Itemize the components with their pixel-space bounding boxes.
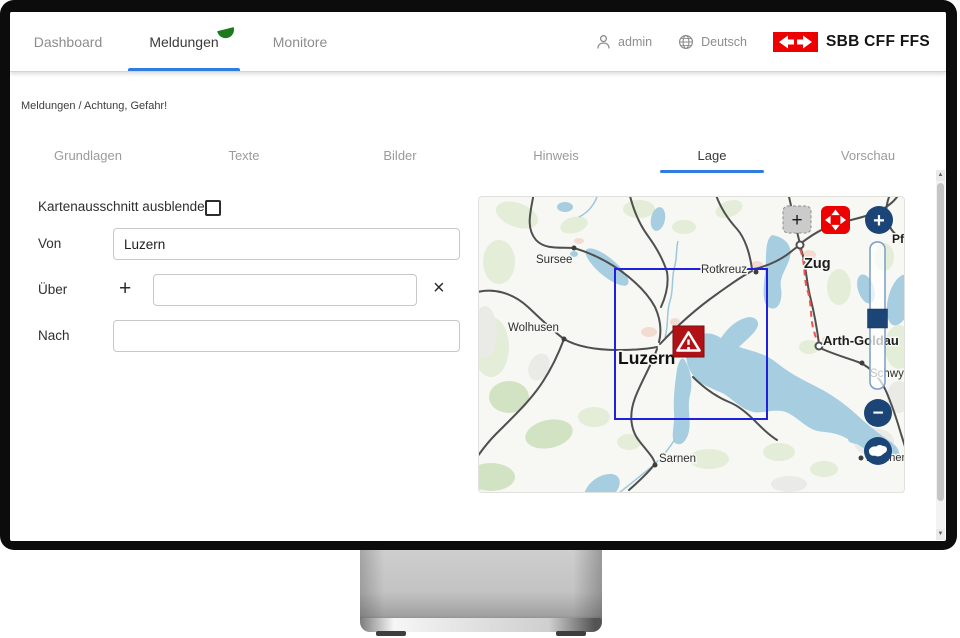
- label-wolhusen: Wolhusen: [508, 322, 559, 334]
- user-name: admin: [618, 35, 652, 49]
- monitor-stand-base: [360, 618, 602, 632]
- zoom-out-button[interactable]: −: [864, 399, 892, 427]
- label-sursee: Sursee: [536, 254, 572, 266]
- sbb-logo-icon: [773, 32, 818, 52]
- scroll-up-arrow-icon[interactable]: ▲: [936, 170, 945, 181]
- draw-extent-button[interactable]: +: [783, 206, 811, 233]
- warning-marker-icon[interactable]: [673, 326, 704, 357]
- page: Dashboard Meldungen Monitore: [0, 0, 960, 638]
- monitor-stand-body: [360, 550, 602, 620]
- brand-wordmark: SBB CFF FFS: [826, 33, 930, 51]
- breadcrumb: Meldungen / Achtung, Gefahr!: [21, 100, 167, 112]
- header-right-cluster: admin Deutsch: [596, 12, 930, 71]
- main-nav: Dashboard Meldungen Monitore: [10, 12, 358, 71]
- active-nav-underline: [128, 68, 240, 71]
- scrollbar-thumb[interactable]: [937, 183, 944, 501]
- nav-item-dashboard[interactable]: Dashboard: [10, 12, 126, 71]
- app-header: Dashboard Meldungen Monitore: [10, 12, 946, 72]
- nach-label: Nach: [38, 328, 70, 343]
- label-zug: Zug: [804, 256, 831, 272]
- label-sarnen: Sarnen: [659, 453, 696, 465]
- tab-hinweis[interactable]: Hinweis: [478, 140, 634, 184]
- map-container[interactable]: Sursee Wolhusen Rotkreuz Zug Luzern Arth…: [478, 196, 905, 493]
- clear-via-button[interactable]: ×: [433, 278, 445, 298]
- monitor-bezel: Dashboard Meldungen Monitore: [0, 0, 957, 550]
- zoom-in-icon: +: [873, 210, 885, 232]
- label-arth-goldau: Arth-Goldau: [823, 333, 899, 348]
- monitor-stand-foot: [376, 631, 406, 636]
- label-pfaeffikon: Pfäffikon: [892, 232, 904, 246]
- draw-extent-plus-icon: +: [791, 210, 802, 231]
- nav-label-monitore: Monitore: [273, 34, 327, 50]
- zoom-out-icon: −: [872, 403, 883, 424]
- nav-label-meldungen: Meldungen: [149, 34, 218, 50]
- hide-map-label: Kartenausschnitt ausblenden: [38, 199, 212, 214]
- nav-label-dashboard: Dashboard: [34, 34, 103, 50]
- tab-texte[interactable]: Texte: [166, 140, 322, 184]
- pan-mode-button[interactable]: [821, 206, 850, 234]
- zoom-slider-handle[interactable]: [868, 309, 888, 328]
- scroll-down-arrow-icon[interactable]: ▼: [936, 529, 945, 540]
- monitor-stand: [360, 550, 602, 636]
- von-input[interactable]: [113, 228, 460, 260]
- ueber-label: Über: [38, 282, 67, 297]
- hide-map-checkbox[interactable]: [205, 200, 221, 216]
- green-status-badge: [217, 27, 236, 40]
- user-menu[interactable]: admin: [596, 34, 652, 50]
- language-menu[interactable]: Deutsch: [678, 34, 747, 50]
- nav-item-meldungen[interactable]: Meldungen: [126, 12, 242, 71]
- tab-vorschau[interactable]: Vorschau: [790, 140, 946, 184]
- map-canvas: Sursee Wolhusen Rotkreuz Zug Luzern Arth…: [479, 197, 904, 492]
- nav-item-monitore[interactable]: Monitore: [242, 12, 358, 71]
- von-label: Von: [38, 236, 61, 251]
- tab-grundlagen[interactable]: Grundlagen: [10, 140, 166, 184]
- language-label: Deutsch: [701, 35, 747, 49]
- globe-icon: [678, 34, 694, 50]
- label-rotkreuz: Rotkreuz: [701, 264, 747, 276]
- label-luzern: Luzern: [618, 348, 675, 368]
- add-via-button[interactable]: +: [119, 278, 131, 299]
- zoom-slider[interactable]: [868, 242, 888, 389]
- vertical-scrollbar[interactable]: ▲ ▼: [936, 170, 945, 540]
- nach-input[interactable]: [113, 320, 460, 352]
- zoom-in-button[interactable]: +: [865, 206, 893, 234]
- monitor-stand-foot: [556, 631, 586, 636]
- sbb-brand: SBB CFF FFS: [773, 32, 930, 52]
- user-icon: [596, 34, 611, 50]
- reset-extent-button[interactable]: [864, 437, 892, 465]
- ueber-input[interactable]: [153, 274, 417, 306]
- tab-bilder[interactable]: Bilder: [322, 140, 478, 184]
- detail-tabs: Grundlagen Texte Bilder Hinweis Lage Vor…: [10, 140, 946, 184]
- screen: Dashboard Meldungen Monitore: [10, 12, 946, 541]
- tab-lage[interactable]: Lage: [634, 140, 790, 184]
